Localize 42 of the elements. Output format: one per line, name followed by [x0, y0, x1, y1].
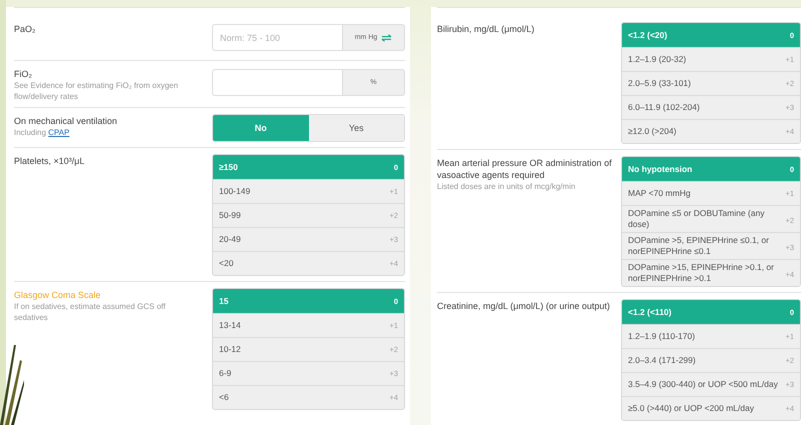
option-label: 10-12 — [219, 344, 241, 355]
number-input[interactable] — [212, 69, 343, 96]
option-label: DOPamine >15, EPINEPHrine >0.1, or norEPINEPHrine >0.1 — [628, 262, 775, 284]
field-hint: If on sedatives, estimate assumed GCS off sedatives — [14, 301, 166, 323]
option-label: DOPamine >5, EPINEPHrine ≤0.1, or norEPINEPHrine ≤0.1 — [628, 235, 770, 257]
field-hint: Including CPAP — [14, 127, 70, 138]
option-label: 50-99 — [219, 210, 241, 221]
option-label: <1.2 (<110) — [628, 306, 672, 318]
cpap-link[interactable]: CPAP — [48, 128, 70, 137]
option-label: 6.0–11.9 (102-204) — [628, 102, 700, 113]
field-hint: See Evidence for estimating FiO₂ from oxygen flow/delivery rates — [14, 80, 180, 102]
field-label: Bilirubin, mg/dL (μmol/L) — [437, 23, 536, 35]
option-label: DOPamine ≤5 or DOBUTamine (any dose) — [628, 208, 766, 230]
field-label: PaO₂ — [14, 23, 37, 35]
option-label: 15 — [219, 296, 228, 306]
option-label: 13-14 — [219, 320, 241, 331]
toggle-option[interactable]: Yes — [308, 115, 404, 141]
field-label: Mean arterial pressure OR administration of vasoactive agents required — [437, 157, 613, 181]
field-label: On mechanical ventilation — [14, 115, 118, 127]
field-label: Creatinine, mg/dL (μmol/L) (or urine output) — [437, 300, 611, 312]
option-label: 2.0–3.4 (171-299) — [628, 355, 696, 366]
option-label: 20-49 — [219, 234, 241, 245]
option-label: 1.2–1.9 (20-32) — [628, 54, 686, 65]
option-label: <20 — [219, 258, 234, 269]
field-hint: Listed doses are in units of mcg/kg/min — [437, 181, 576, 192]
option-label: 100-149 — [219, 186, 250, 197]
option-label: MAP <70 mmHg — [628, 188, 690, 199]
field-label: FiO₂ — [14, 68, 33, 80]
field-label: Platelets, ×10³/μL — [14, 155, 86, 167]
option-label: ≥150 — [219, 162, 238, 172]
option-label: No hypotension — [628, 164, 692, 174]
option-label: 3.5–4.9 (300-440) or UOP <500 mL/day — [628, 379, 778, 390]
swap-icon — [381, 34, 392, 42]
option-label: 2.0–5.9 (33-101) — [628, 78, 691, 89]
option-label: <1.2 (<20) — [628, 30, 668, 40]
option-label: ≥12.0 (>204) — [628, 126, 676, 137]
field-label: Glasgow Coma Scale — [14, 289, 102, 301]
option-label: 1.2–1.9 (110-170) — [628, 331, 695, 342]
number-input[interactable]: Norm: 75 - 100 — [212, 24, 343, 51]
option-label: <6 — [219, 392, 229, 403]
option-label: ≥5.0 (>440) or UOP <200 mL/day — [628, 403, 754, 414]
option-label: 6-9 — [219, 368, 232, 379]
